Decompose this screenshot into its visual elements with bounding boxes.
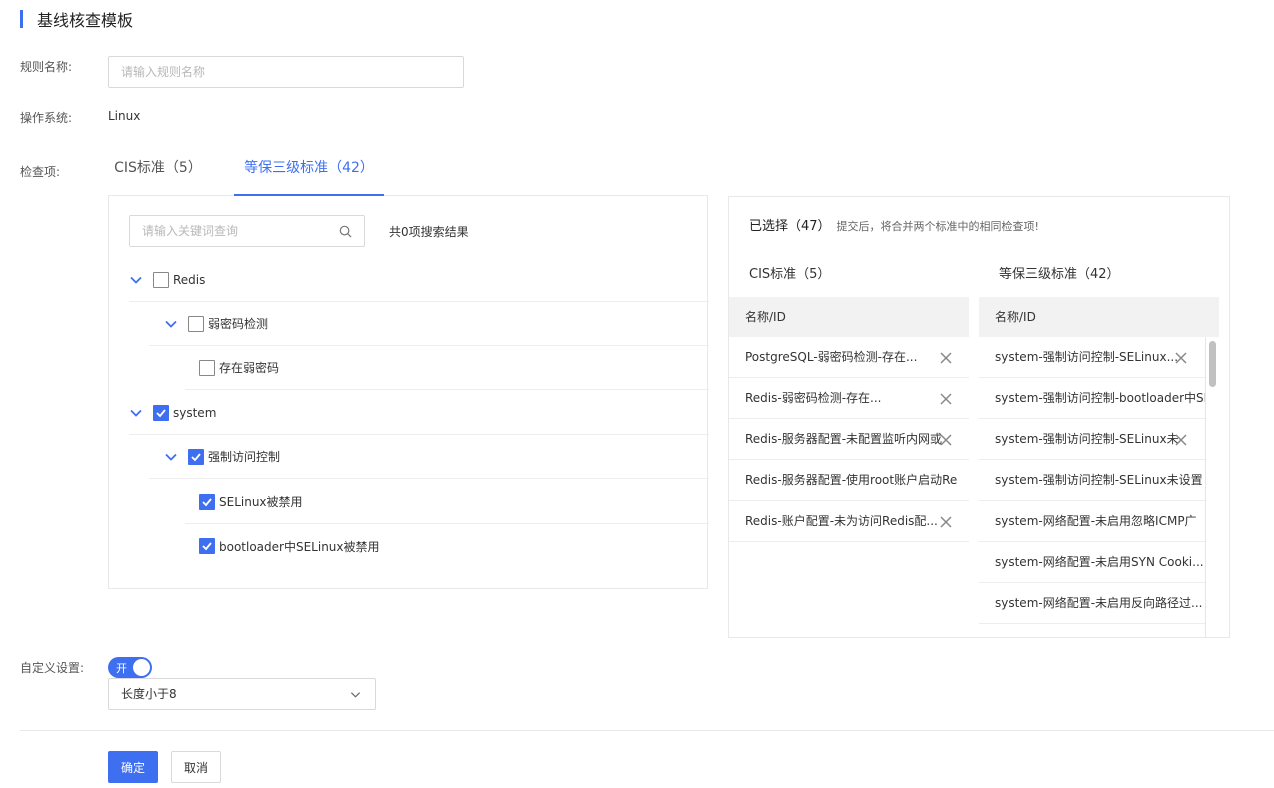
check-item-tree-panel: 共0项搜索结果 Redis 弱密码检测 存在弱密码 system 强制访问控制 … xyxy=(108,195,709,589)
keyword-search xyxy=(129,215,365,247)
tab-dengbao[interactable]: 等保三级标准（42） xyxy=(234,150,384,196)
tree-label: system xyxy=(173,405,217,420)
remove-icon[interactable] xyxy=(1175,352,1187,364)
checkbox-has-weak-password[interactable] xyxy=(199,359,215,376)
chevron-down-icon[interactable] xyxy=(129,273,143,287)
remove-icon[interactable] xyxy=(940,516,952,528)
checkbox-system[interactable] xyxy=(153,404,169,421)
chevron-down-icon[interactable] xyxy=(164,450,178,464)
checkbox-redis[interactable] xyxy=(153,271,169,288)
os-label: 操作系统: xyxy=(20,111,73,125)
remove-icon[interactable] xyxy=(940,352,952,364)
row-label: system-网络配置-未启用忽略ICMP广 xyxy=(995,514,1197,528)
tree-node-weak-password[interactable]: 弱密码检测 xyxy=(149,302,709,346)
tree-node-has-weak-password[interactable]: 存在弱密码 xyxy=(185,346,709,390)
merge-tip: 提交后，将合并两个标准中的相同检查项! xyxy=(836,220,1039,233)
tree-label: 存在弱密码 xyxy=(219,361,280,375)
standard-tabs: CIS标准（5） 等保三级标准（42） xyxy=(108,150,708,196)
check-icon xyxy=(156,408,166,417)
tree-node-selinux-disabled[interactable]: SELinux被禁用 xyxy=(185,480,709,524)
chevron-down-icon[interactable] xyxy=(164,317,178,331)
selected-header: 已选择（47） 提交后，将合并两个标准中的相同检查项! xyxy=(749,215,1039,234)
cis-column-title: CIS标准（5） xyxy=(749,267,831,282)
row-label: system-强制访问控制-SELinux未 xyxy=(995,432,1179,446)
tree-label: SELinux被禁用 xyxy=(219,495,303,509)
toggle-state-text: 开 xyxy=(116,662,127,675)
row-label: Redis-服务器配置-使用root账户启动Re xyxy=(745,473,958,487)
cis-selected-row: Redis-账户配置-未为访问Redis配... xyxy=(729,501,969,542)
chevron-down-icon xyxy=(350,692,361,698)
tab-cis[interactable]: CIS标准（5） xyxy=(108,150,208,196)
checkbox-bootloader-selinux[interactable] xyxy=(199,538,215,554)
check-icon xyxy=(202,497,212,506)
tree-node-mandatory-access[interactable]: 强制访问控制 xyxy=(149,435,709,479)
tree-node-redis[interactable]: Redis xyxy=(129,258,709,302)
dengbao-selected-row: system-强制访问控制-SELinux... xyxy=(979,337,1205,378)
check-icon xyxy=(191,452,201,461)
checkbox-mandatory-access[interactable] xyxy=(188,448,204,465)
tree-label: 强制访问控制 xyxy=(208,450,281,464)
dengbao-selected-row: system-网络配置-未启用忽略ICMP广 xyxy=(979,501,1205,542)
confirm-button[interactable]: 确定 xyxy=(108,751,158,783)
selected-list-scrollbar[interactable] xyxy=(1205,337,1219,637)
dengbao-column-title: 等保三级标准（42） xyxy=(999,267,1120,282)
search-icon[interactable] xyxy=(339,225,352,238)
keyword-search-input[interactable] xyxy=(130,216,330,246)
dengbao-selected-row: system-强制访问控制-bootloader中SE xyxy=(979,378,1205,419)
cis-selected-row: Redis-弱密码检测-存在... xyxy=(729,378,969,419)
cis-selected-row: Redis-服务器配置-使用root账户启动Re xyxy=(729,460,969,501)
select-value: 长度小于8 xyxy=(121,687,177,701)
title-accent-bar xyxy=(20,10,23,28)
tree-label: Redis xyxy=(173,272,206,287)
page-title: 基线核查模板 xyxy=(20,9,134,30)
remove-icon[interactable] xyxy=(940,393,952,405)
dengbao-selected-row: system-强制访问控制-SELinux未 xyxy=(979,419,1205,460)
checkbox-weak-password[interactable] xyxy=(188,315,204,332)
dengbao-selected-row: system-网络配置-未启用反向路径过... xyxy=(979,583,1205,624)
footer-divider xyxy=(20,730,1274,731)
selected-items-panel: 已选择（47） 提交后，将合并两个标准中的相同检查项! CIS标准（5） 等保三… xyxy=(728,196,1230,638)
search-result-count: 共0项搜索结果 xyxy=(389,225,469,239)
custom-settings-toggle[interactable]: 开 xyxy=(108,657,152,678)
check-icon xyxy=(202,542,212,551)
dengbao-selected-row: system-强制访问控制-SELinux未设置 xyxy=(979,460,1205,501)
rule-name-label: 规则名称: xyxy=(20,60,73,74)
row-label: system-网络配置-未启用SYN Cooki... xyxy=(995,555,1204,569)
rule-name-input[interactable] xyxy=(108,56,464,88)
row-label: system-强制访问控制-bootloader中SE xyxy=(995,391,1205,405)
row-label: Redis-服务器配置-未配置监听内网或 xyxy=(745,432,943,446)
tree-node-bootloader-selinux[interactable]: bootloader中SELinux被禁用 xyxy=(185,524,709,568)
cis-selected-row: PostgreSQL-弱密码检测-存在... xyxy=(729,337,969,378)
row-label: system-强制访问控制-SELinux未设置 xyxy=(995,473,1203,487)
toggle-knob xyxy=(133,659,150,676)
row-label: Redis-弱密码检测-存在... xyxy=(745,391,882,405)
tree-label: bootloader中SELinux被禁用 xyxy=(219,539,380,554)
tree-node-system[interactable]: system xyxy=(129,391,709,435)
os-value: Linux xyxy=(108,109,141,123)
page-title-text: 基线核查模板 xyxy=(37,11,134,30)
row-label: system-强制访问控制-SELinux... xyxy=(995,350,1179,364)
selected-count: 已选择（47） xyxy=(749,219,831,234)
checkbox-selinux-disabled[interactable] xyxy=(199,493,215,510)
cis-table-header: 名称/ID xyxy=(729,297,969,337)
remove-icon[interactable] xyxy=(940,434,952,446)
cancel-button[interactable]: 取消 xyxy=(171,751,221,783)
cis-selected-row: Redis-服务器配置-未配置监听内网或 xyxy=(729,419,969,460)
password-rule-select[interactable]: 长度小于8 xyxy=(108,678,376,710)
chevron-down-icon[interactable] xyxy=(129,406,143,420)
scrollbar-thumb[interactable] xyxy=(1209,341,1216,387)
row-label: PostgreSQL-弱密码检测-存在... xyxy=(745,350,918,364)
check-items-label: 检查项: xyxy=(20,165,61,179)
tree-label: 弱密码检测 xyxy=(208,317,269,331)
custom-settings-label: 自定义设置: xyxy=(20,661,85,675)
dengbao-table-header: 名称/ID xyxy=(979,297,1219,337)
dengbao-selected-row: system-网络配置-未启用SYN Cooki... xyxy=(979,542,1205,583)
row-label: system-网络配置-未启用反向路径过... xyxy=(995,596,1203,610)
row-label: Redis-账户配置-未为访问Redis配... xyxy=(745,514,938,528)
remove-icon[interactable] xyxy=(1175,434,1187,446)
